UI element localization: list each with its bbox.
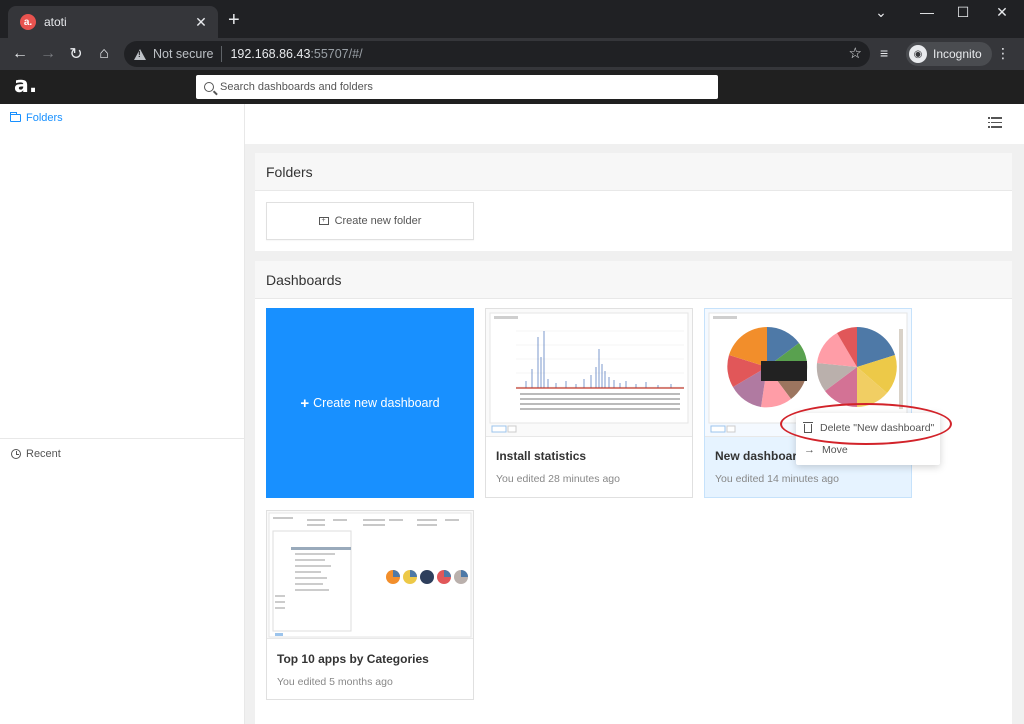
create-folder-label: Create new folder	[334, 215, 422, 227]
folders-heading: Folders	[255, 153, 1012, 191]
omnibox-divider	[221, 46, 223, 62]
dashboard-thumbnail	[486, 309, 692, 437]
dashboards-heading: Dashboards	[255, 261, 1012, 299]
tab-search-icon[interactable]: ⌄	[866, 4, 896, 21]
folder-plus-icon: +	[318, 217, 329, 225]
dashboard-card-new-dashboard[interactable]: New dashboard You edited 14 minutes ago	[704, 308, 912, 498]
dashboard-card-title: New dashboard	[715, 449, 805, 463]
star-icon[interactable]: ☆	[849, 44, 862, 62]
tab-title: atoti	[44, 15, 67, 29]
create-dashboard-button[interactable]: + Create new dashboard	[266, 308, 474, 498]
plus-icon: +	[300, 394, 310, 412]
sidebar-divider	[0, 438, 244, 439]
menu-dots-icon[interactable]: ⋮	[996, 45, 1010, 62]
list-view-icon[interactable]	[988, 117, 1002, 129]
security-status: Not secure	[153, 47, 214, 61]
browser-tabstrip: a. atoti ✕ + ⌄ — ☐ ✕	[0, 0, 1024, 38]
url-host: 192.168.86.43	[230, 47, 311, 61]
url-path: :55707/#/	[310, 47, 363, 61]
delete-dashboard-menu-item[interactable]: Delete "New dashboard"	[796, 417, 940, 439]
sidebar-item-label: Recent	[26, 448, 61, 460]
browser-toolbar: ← → ↻ ⌂ Not secure 192.168.86.43:55707/#…	[0, 38, 1024, 70]
close-window-icon[interactable]: ✕	[987, 4, 1017, 21]
sidebar-item-recent[interactable]: Recent	[11, 448, 61, 460]
dashboard-card-title: Top 10 apps by Categories	[277, 652, 429, 666]
dashboard-card-install-statistics[interactable]: Install statistics You edited 28 minutes…	[485, 308, 693, 498]
arrow-right-icon: →	[804, 444, 815, 456]
trash-icon	[803, 421, 813, 433]
dashboard-card-title: Install statistics	[496, 449, 587, 463]
delete-label: Delete "New dashboard"	[820, 422, 935, 434]
search-icon	[204, 82, 214, 92]
search-bar[interactable]	[196, 75, 718, 99]
sidebar-item-folders[interactable]: Folders	[10, 112, 63, 124]
create-folder-button[interactable]: + Create new folder	[266, 202, 474, 240]
reload-icon[interactable]: ↻	[64, 42, 88, 66]
search-input[interactable]	[220, 81, 700, 93]
sidebar: Folders Recent	[0, 104, 245, 724]
dashboard-card-timestamp: You edited 28 minutes ago	[496, 473, 620, 485]
dashboards-panel: Dashboards + Create new dashboard Instal…	[255, 261, 1012, 724]
move-label: Move	[822, 444, 848, 456]
dashboard-card-timestamp: You edited 14 minutes ago	[715, 473, 839, 485]
close-tab-icon[interactable]: ✕	[192, 14, 210, 31]
incognito-label: Incognito	[933, 47, 982, 61]
create-dashboard-label: Create new dashboard	[313, 396, 440, 410]
media-queue-icon[interactable]: ≡	[880, 45, 888, 61]
back-arrow-icon[interactable]: ←	[8, 42, 32, 66]
maximize-window-icon[interactable]: ☐	[948, 4, 978, 21]
dashboard-card-top-10-apps[interactable]: Top 10 apps by Categories You edited 5 m…	[266, 510, 474, 700]
dashboard-context-menu: Delete "New dashboard" → Move	[796, 413, 940, 465]
atoti-logo[interactable]: a.	[14, 73, 37, 98]
incognito-icon: ◉	[909, 45, 927, 63]
forward-arrow-icon[interactable]: →	[36, 42, 60, 66]
main-topbar	[245, 104, 1024, 144]
browser-tab[interactable]: a. atoti ✕	[8, 6, 218, 38]
minimize-window-icon[interactable]: —	[912, 4, 942, 20]
dashboard-card-timestamp: You edited 5 months ago	[277, 676, 393, 688]
atoti-favicon-icon: a.	[20, 14, 36, 30]
folders-panel: Folders + Create new folder	[255, 153, 1012, 251]
app-header: a.	[0, 70, 1024, 104]
folder-icon	[10, 112, 21, 122]
clock-icon	[11, 449, 21, 459]
address-bar[interactable]: Not secure 192.168.86.43:55707/#/ ☆	[124, 41, 870, 67]
incognito-badge[interactable]: ◉ Incognito	[906, 42, 992, 66]
home-icon[interactable]: ⌂	[92, 42, 116, 66]
warning-icon	[134, 48, 146, 60]
dashboard-thumbnail	[267, 511, 473, 639]
move-dashboard-menu-item[interactable]: → Move	[796, 439, 940, 461]
sidebar-item-label: Folders	[26, 112, 63, 124]
new-tab-button[interactable]: +	[228, 10, 240, 30]
